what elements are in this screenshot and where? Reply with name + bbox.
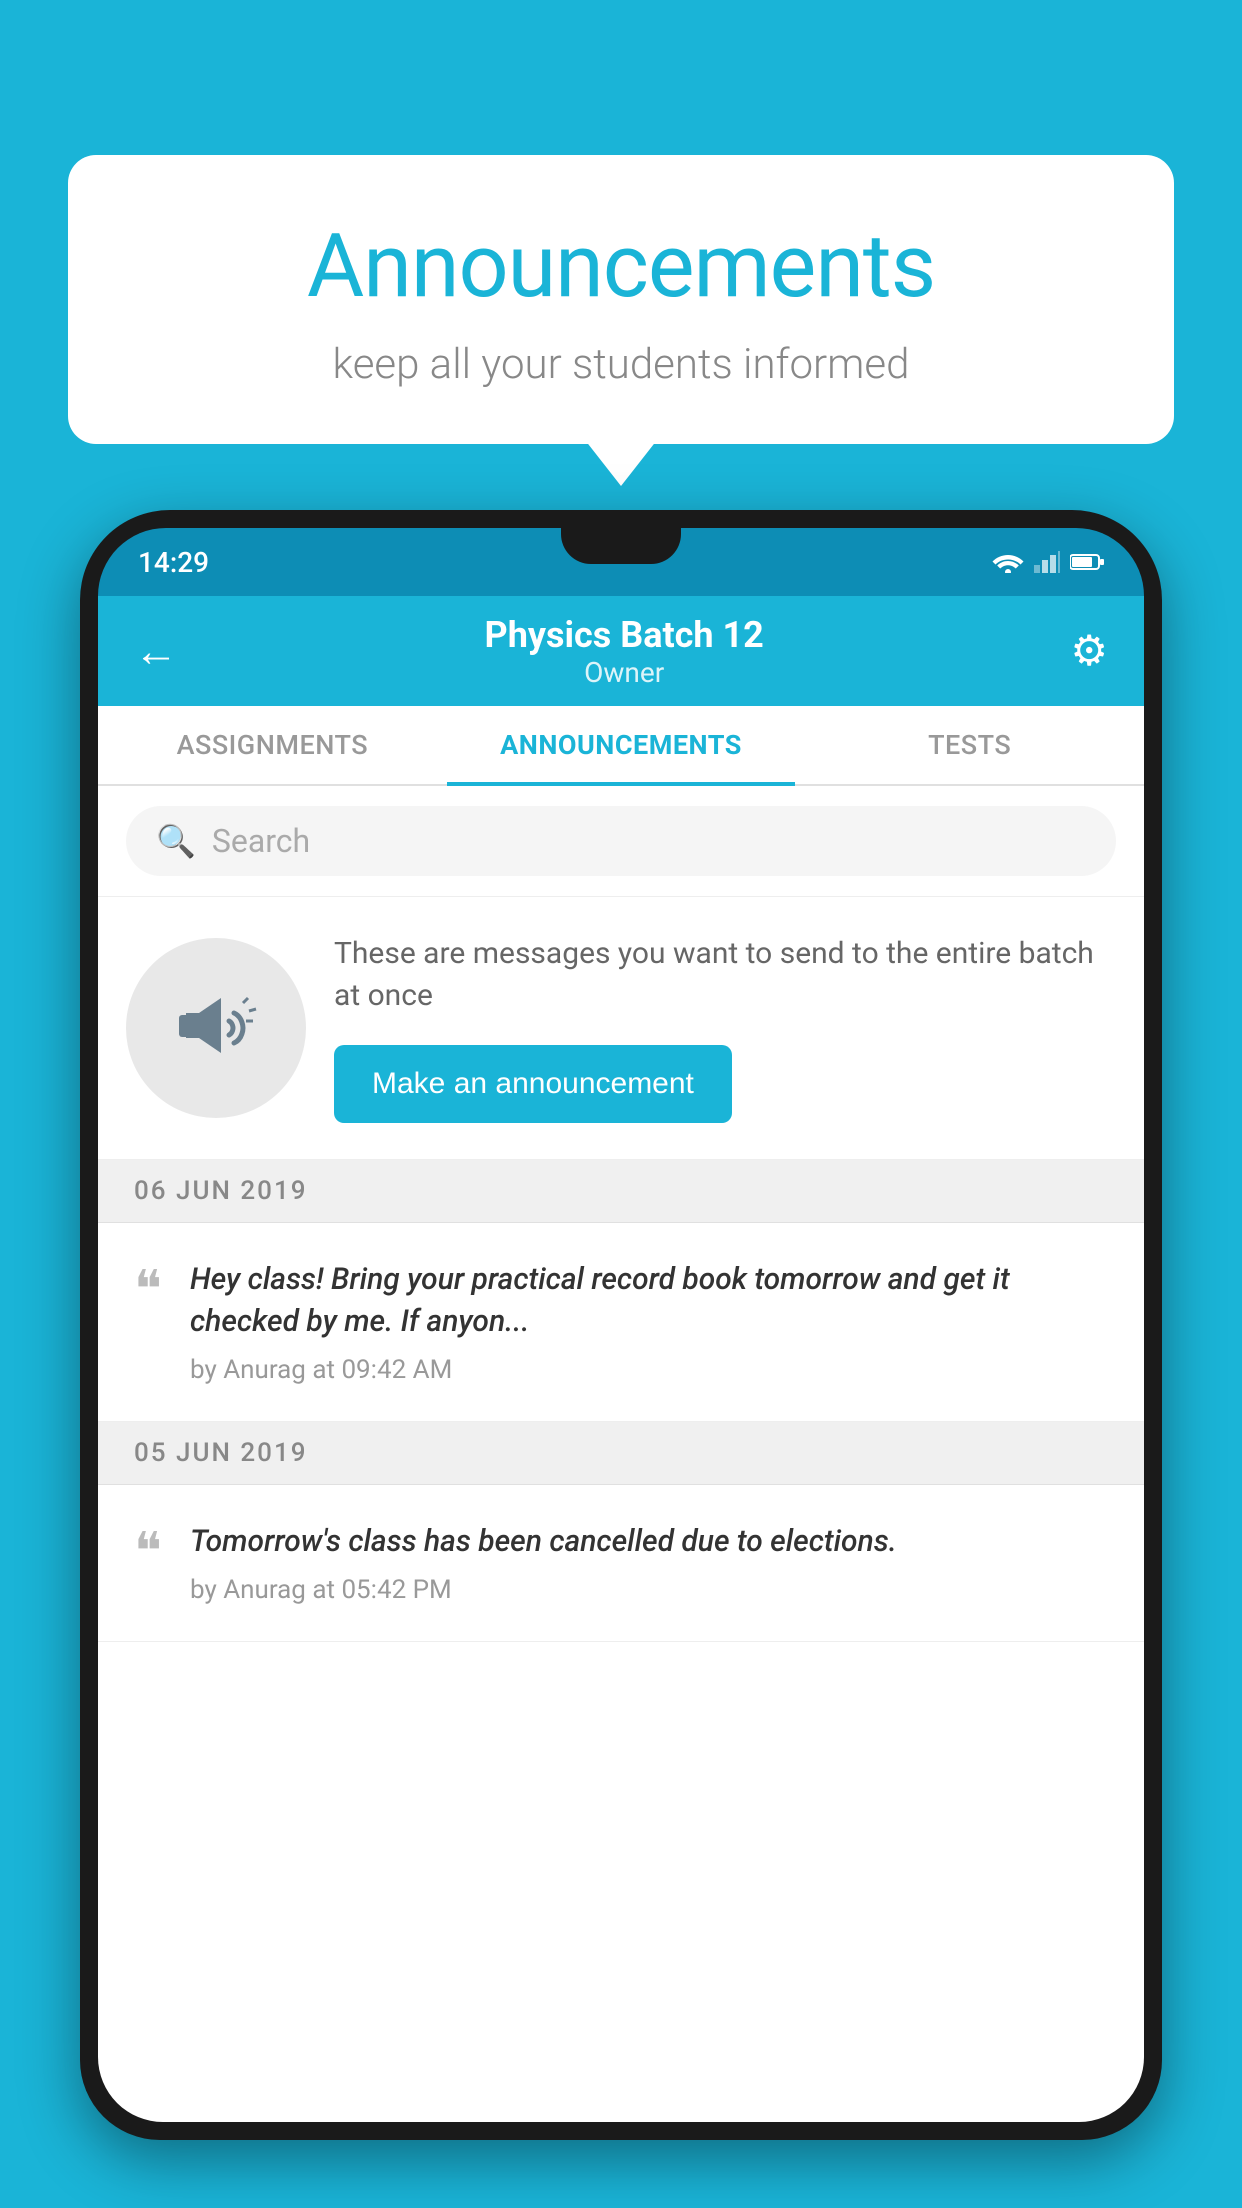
tab-tests[interactable]: TESTS	[795, 706, 1144, 784]
promo-content: These are messages you want to send to t…	[334, 933, 1116, 1123]
back-button[interactable]: ←	[134, 625, 178, 677]
batch-title: Physics Batch 12	[485, 614, 764, 656]
bubble-title: Announcements	[138, 215, 1104, 318]
megaphone-icon	[171, 983, 261, 1073]
app-header: ← Physics Batch 12 Owner ⚙	[98, 596, 1144, 706]
batch-role: Owner	[485, 656, 764, 689]
search-placeholder: Search	[212, 822, 310, 860]
status-icons	[992, 551, 1104, 573]
announcement-promo: These are messages you want to send to t…	[98, 897, 1144, 1160]
tabs-bar: ASSIGNMENTS ANNOUNCEMENTS TESTS	[98, 706, 1144, 786]
announcement-message-1: Hey class! Bring your practical record b…	[190, 1259, 1108, 1343]
megaphone-icon-circle	[126, 938, 306, 1118]
announcement-text-2: Tomorrow's class has been cancelled due …	[190, 1521, 1108, 1605]
status-bar: 14:29	[98, 528, 1144, 596]
speech-bubble-section: Announcements keep all your students inf…	[68, 155, 1174, 444]
tab-announcements[interactable]: ANNOUNCEMENTS	[447, 706, 796, 784]
announcement-text-1: Hey class! Bring your practical record b…	[190, 1259, 1108, 1385]
settings-gear-icon[interactable]: ⚙	[1070, 626, 1108, 676]
search-container: 🔍 Search	[98, 786, 1144, 897]
header-center: Physics Batch 12 Owner	[485, 614, 764, 689]
make-announcement-button[interactable]: Make an announcement	[334, 1045, 732, 1123]
date-separator-2: 05 JUN 2019	[98, 1422, 1144, 1485]
battery-icon	[1070, 553, 1104, 571]
date-separator-1: 06 JUN 2019	[98, 1160, 1144, 1223]
announcement-item-2[interactable]: ❝ Tomorrow's class has been cancelled du…	[98, 1485, 1144, 1642]
tab-assignments[interactable]: ASSIGNMENTS	[98, 706, 447, 784]
wifi-icon	[992, 551, 1024, 573]
phone-frame: 14:29	[80, 510, 1162, 2208]
bubble-subtitle: keep all your students informed	[138, 340, 1104, 389]
announcement-meta-1: by Anurag at 09:42 AM	[190, 1355, 1108, 1385]
quote-icon-2: ❝	[134, 1527, 162, 1579]
status-time: 14:29	[138, 546, 209, 579]
speech-bubble: Announcements keep all your students inf…	[68, 155, 1174, 444]
phone-notch	[561, 528, 681, 564]
announcement-item-1[interactable]: ❝ Hey class! Bring your practical record…	[98, 1223, 1144, 1422]
phone-outer: 14:29	[80, 510, 1162, 2140]
signal-icon	[1034, 551, 1060, 573]
search-bar[interactable]: 🔍 Search	[126, 806, 1116, 876]
phone-screen: ← Physics Batch 12 Owner ⚙ ASSIGNMENTS A…	[98, 596, 1144, 2122]
quote-icon-1: ❝	[134, 1265, 162, 1317]
announcement-message-2: Tomorrow's class has been cancelled due …	[190, 1521, 1108, 1563]
promo-description: These are messages you want to send to t…	[334, 933, 1116, 1017]
announcement-meta-2: by Anurag at 05:42 PM	[190, 1575, 1108, 1605]
search-icon: 🔍	[156, 822, 196, 860]
